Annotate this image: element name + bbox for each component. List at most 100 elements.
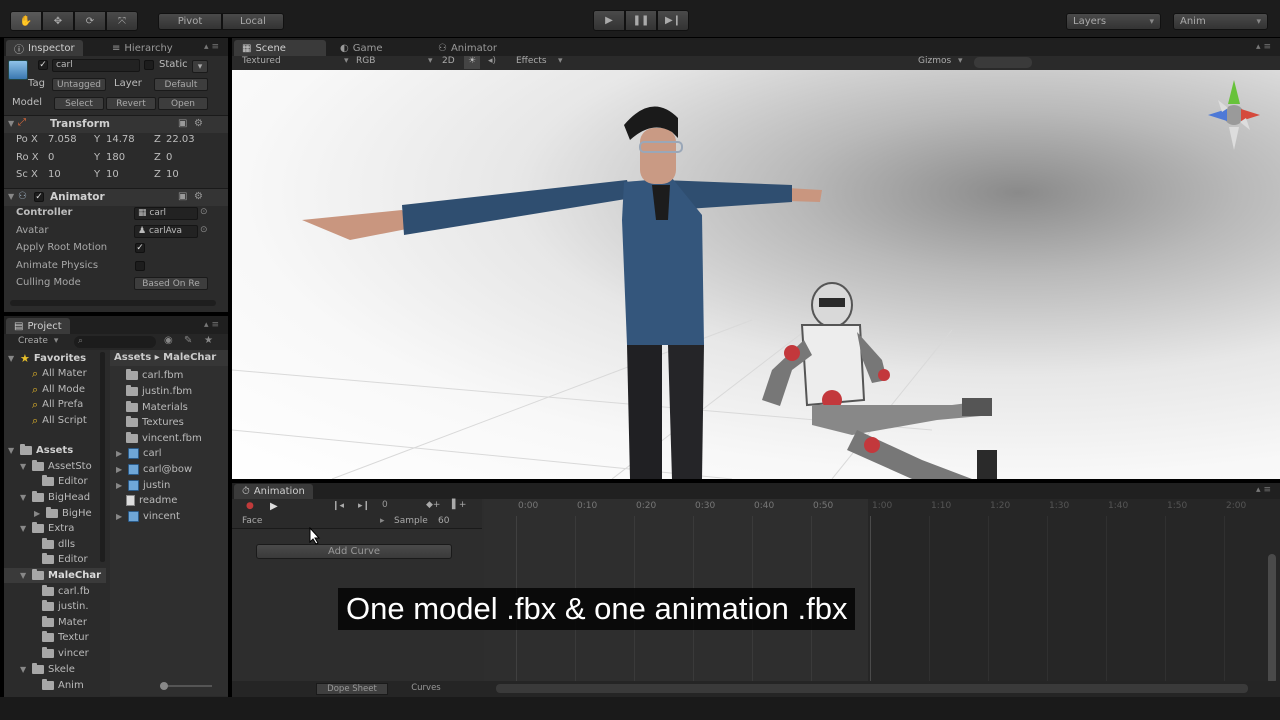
- add-event-icon[interactable]: ▌+: [452, 500, 466, 510]
- filter-type-icon[interactable]: ◉: [164, 335, 173, 346]
- dope-sheet-button[interactable]: Dope Sheet: [316, 683, 388, 695]
- rotate-tool-button[interactable]: ⟳: [74, 11, 106, 31]
- avatar-field[interactable]: ♟ carlAva: [134, 225, 198, 238]
- layer-dropdown[interactable]: Default: [154, 78, 208, 91]
- position-x-field[interactable]: 7.058: [48, 134, 77, 145]
- object-picker-icon[interactable]: ⊙: [200, 207, 208, 217]
- inspector-scrollbar[interactable]: [10, 300, 216, 306]
- tree-scrollbar[interactable]: [100, 352, 105, 562]
- 2d-toggle[interactable]: 2D: [442, 56, 455, 66]
- file-item[interactable]: Textures: [126, 415, 184, 430]
- help-icon[interactable]: ▣: [178, 191, 187, 202]
- select-button[interactable]: Select: [54, 97, 104, 110]
- file-item[interactable]: ▶ carl@bow: [116, 462, 192, 477]
- tree-folder[interactable]: ▼ Skele: [20, 662, 75, 677]
- animator-header[interactable]: ▼ ⚇ ✓ Animator ▣ ⚙: [4, 188, 228, 206]
- position-z-field[interactable]: 22.03: [166, 134, 195, 145]
- rotation-x-field[interactable]: 0: [48, 152, 54, 163]
- help-icon[interactable]: ▣: [178, 118, 187, 129]
- layers-dropdown[interactable]: Layers: [1066, 13, 1161, 30]
- gizmos-dropdown[interactable]: Gizmos: [918, 56, 951, 66]
- scale-z-field[interactable]: 10: [166, 169, 179, 180]
- audio-toggle-icon[interactable]: ◂): [488, 56, 496, 66]
- human-character[interactable]: [302, 106, 822, 479]
- create-dropdown[interactable]: Create: [12, 336, 64, 346]
- file-item[interactable]: Materials: [126, 400, 188, 415]
- tree-folder[interactable]: carl.fb: [42, 584, 90, 599]
- play-icon[interactable]: ▶: [270, 501, 278, 512]
- tree-folder[interactable]: ▼ BigHead: [20, 490, 90, 505]
- sample-field[interactable]: 60: [438, 516, 449, 526]
- tree-folder[interactable]: ▼ Extra: [20, 521, 74, 536]
- favorite-icon[interactable]: ★: [204, 335, 213, 346]
- favorite-item[interactable]: ⌕ All Script: [32, 413, 87, 428]
- pivot-button[interactable]: Pivot: [158, 13, 222, 30]
- controller-field[interactable]: ▦ carl: [134, 207, 198, 220]
- scale-y-field[interactable]: 10: [106, 169, 119, 180]
- file-item[interactable]: vincent.fbm: [126, 431, 202, 446]
- layout-dropdown[interactable]: Anim: [1173, 13, 1268, 30]
- hand-tool-button[interactable]: ✋: [10, 11, 42, 31]
- step-button[interactable]: ▶❙: [657, 10, 689, 31]
- active-checkbox[interactable]: ✓: [38, 60, 48, 70]
- file-item[interactable]: carl.fbm: [126, 368, 183, 383]
- tab-animator[interactable]: ⚇ Animator: [430, 40, 505, 56]
- prev-keyframe-icon[interactable]: ❙◂: [332, 501, 344, 511]
- file-item[interactable]: readme: [126, 493, 177, 508]
- rotation-z-field[interactable]: 0: [166, 152, 172, 163]
- apply-root-motion-checkbox[interactable]: ✓: [135, 243, 145, 253]
- filter-label-icon[interactable]: ✎: [184, 335, 192, 346]
- add-keyframe-icon[interactable]: ◆+: [426, 500, 440, 510]
- pause-button[interactable]: ❚❚: [625, 10, 657, 31]
- timeline-vertical-scrollbar[interactable]: [1268, 554, 1276, 684]
- draw-mode-dropdown[interactable]: Textured: [242, 56, 281, 66]
- play-button[interactable]: ▶: [593, 10, 625, 31]
- clip-dropdown[interactable]: Face: [242, 516, 262, 526]
- panel-menu-icon[interactable]: ▴≡: [204, 42, 222, 52]
- slider-thumb[interactable]: [160, 682, 168, 690]
- add-curve-button[interactable]: Add Curve: [256, 544, 452, 559]
- scene-search-input[interactable]: [974, 57, 1032, 68]
- tab-scene[interactable]: ▦ Scene: [234, 40, 326, 56]
- open-button[interactable]: Open: [158, 97, 208, 110]
- next-keyframe-icon[interactable]: ▸❙: [358, 501, 370, 511]
- favorite-item[interactable]: ⌕ All Mode: [32, 382, 85, 397]
- static-checkbox[interactable]: [144, 60, 154, 70]
- transform-header[interactable]: ▼ ⤢ Transform ▣ ⚙: [4, 115, 228, 133]
- object-picker-icon[interactable]: ⊙: [200, 225, 208, 235]
- file-item[interactable]: justin.fbm: [126, 384, 192, 399]
- static-dropdown[interactable]: ▾: [192, 60, 208, 73]
- timeline-horizontal-scrollbar[interactable]: [496, 684, 1248, 693]
- panel-menu-icon[interactable]: ▴≡: [1256, 42, 1274, 52]
- move-tool-button[interactable]: ✥: [42, 11, 74, 31]
- breadcrumb-malechar[interactable]: MaleChar: [163, 352, 216, 363]
- tree-folder[interactable]: ▼ AssetSto: [20, 459, 92, 474]
- object-name-field[interactable]: carl: [52, 59, 140, 72]
- tab-animation[interactable]: ⏱ Animation: [234, 484, 313, 499]
- tree-folder[interactable]: vincer: [42, 646, 89, 661]
- record-icon[interactable]: ●: [246, 501, 254, 511]
- tab-hierarchy[interactable]: ≡ Hierarchy: [104, 40, 181, 56]
- gear-icon[interactable]: ⚙: [194, 118, 203, 129]
- animator-enabled-checkbox[interactable]: ✓: [34, 192, 44, 202]
- file-item[interactable]: ▶ justin: [116, 478, 170, 493]
- render-mode-dropdown[interactable]: RGB: [356, 56, 375, 66]
- tab-game[interactable]: ◐ Game: [332, 40, 391, 56]
- tree-folder[interactable]: Textur: [42, 630, 89, 645]
- robot-character[interactable]: [762, 282, 997, 479]
- tree-folder-selected[interactable]: ▼ MaleChar: [4, 568, 106, 583]
- favorites-header[interactable]: ▼ ★ Favorites: [8, 351, 86, 366]
- tree-folder[interactable]: Anim: [42, 678, 84, 693]
- tree-folder[interactable]: dlls: [42, 537, 75, 552]
- revert-button[interactable]: Revert: [106, 97, 156, 110]
- scene-orientation-gizmo[interactable]: [1208, 80, 1260, 150]
- favorite-item[interactable]: ⌕ All Mater: [32, 366, 87, 381]
- tab-inspector[interactable]: ⓘ Inspector: [6, 40, 83, 56]
- scale-tool-button[interactable]: ⤧: [106, 11, 138, 31]
- tree-folder[interactable]: Editor: [42, 474, 88, 489]
- tag-dropdown[interactable]: Untagged: [52, 78, 106, 91]
- gear-icon[interactable]: ⚙: [194, 191, 203, 202]
- scene-viewport[interactable]: [232, 70, 1280, 479]
- tree-folder[interactable]: ▶ BigHe: [34, 506, 92, 521]
- curves-button[interactable]: Curves: [390, 683, 462, 695]
